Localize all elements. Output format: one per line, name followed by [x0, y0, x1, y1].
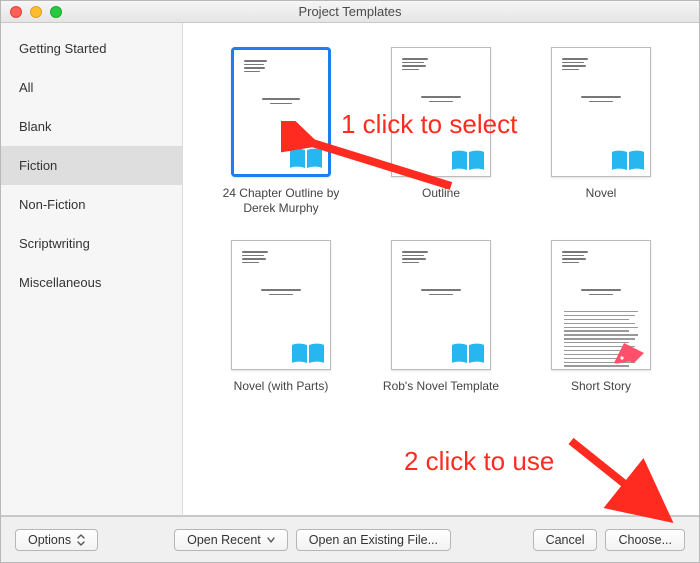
sidebar-item-blank[interactable]: Blank [1, 107, 182, 146]
options-label: Options [28, 533, 71, 547]
template-label: Rob's Novel Template [383, 379, 499, 394]
open-existing-button[interactable]: Open an Existing File... [296, 529, 451, 551]
template-label: Short Story [571, 379, 631, 394]
choose-label: Choose... [618, 533, 672, 547]
template-item[interactable]: 24 Chapter Outline by Derek Murphy [201, 47, 361, 216]
book-icon [450, 148, 486, 172]
titlebar: Project Templates [1, 1, 699, 23]
footer-toolbar: Options Open Recent Open an Existing Fil… [1, 516, 699, 562]
template-thumbnail [551, 240, 651, 370]
sidebar-item-miscellaneous[interactable]: Miscellaneous [1, 263, 182, 302]
sidebar-item-all[interactable]: All [1, 68, 182, 107]
sidebar-item-non-fiction[interactable]: Non-Fiction [1, 185, 182, 224]
window-controls [1, 6, 62, 18]
template-item[interactable]: Short Story [521, 240, 681, 394]
open-recent-button[interactable]: Open Recent [174, 529, 288, 551]
choose-button[interactable]: Choose... [605, 529, 685, 551]
category-sidebar: Getting Started All Blank Fiction Non-Fi… [1, 23, 183, 515]
options-button[interactable]: Options [15, 529, 98, 551]
cancel-button[interactable]: Cancel [533, 529, 598, 551]
pen-icon [610, 341, 646, 365]
project-templates-window: Project Templates Getting Started All Bl… [0, 0, 700, 563]
sidebar-item-getting-started[interactable]: Getting Started [1, 29, 182, 68]
template-thumbnail [391, 240, 491, 370]
zoom-icon[interactable] [50, 6, 62, 18]
book-icon [450, 341, 486, 365]
template-label: Novel (with Parts) [234, 379, 329, 394]
sidebar-item-scriptwriting[interactable]: Scriptwriting [1, 224, 182, 263]
template-label: Novel [586, 186, 617, 201]
template-thumbnail [551, 47, 651, 177]
template-thumbnail [391, 47, 491, 177]
template-item[interactable]: Novel (with Parts) [201, 240, 361, 394]
window-body: Getting Started All Blank Fiction Non-Fi… [1, 23, 699, 516]
template-item[interactable]: Novel [521, 47, 681, 216]
cancel-label: Cancel [546, 533, 585, 547]
chevron-down-icon [267, 537, 275, 543]
template-thumbnail [231, 47, 331, 177]
open-recent-label: Open Recent [187, 533, 261, 547]
window-title: Project Templates [1, 4, 699, 19]
template-label: 24 Chapter Outline by Derek Murphy [206, 186, 356, 216]
chevron-updown-icon [77, 534, 85, 546]
template-label: Outline [422, 186, 460, 201]
sidebar-item-fiction[interactable]: Fiction [1, 146, 182, 185]
book-icon [290, 341, 326, 365]
book-icon [610, 148, 646, 172]
template-item[interactable]: Outline [361, 47, 521, 216]
book-icon [288, 146, 324, 170]
template-thumbnail [231, 240, 331, 370]
template-gallery: 24 Chapter Outline by Derek Murphy Outlin… [183, 23, 699, 515]
close-icon[interactable] [10, 6, 22, 18]
open-existing-label: Open an Existing File... [309, 533, 438, 547]
template-item[interactable]: Rob's Novel Template [361, 240, 521, 394]
minimize-icon[interactable] [30, 6, 42, 18]
